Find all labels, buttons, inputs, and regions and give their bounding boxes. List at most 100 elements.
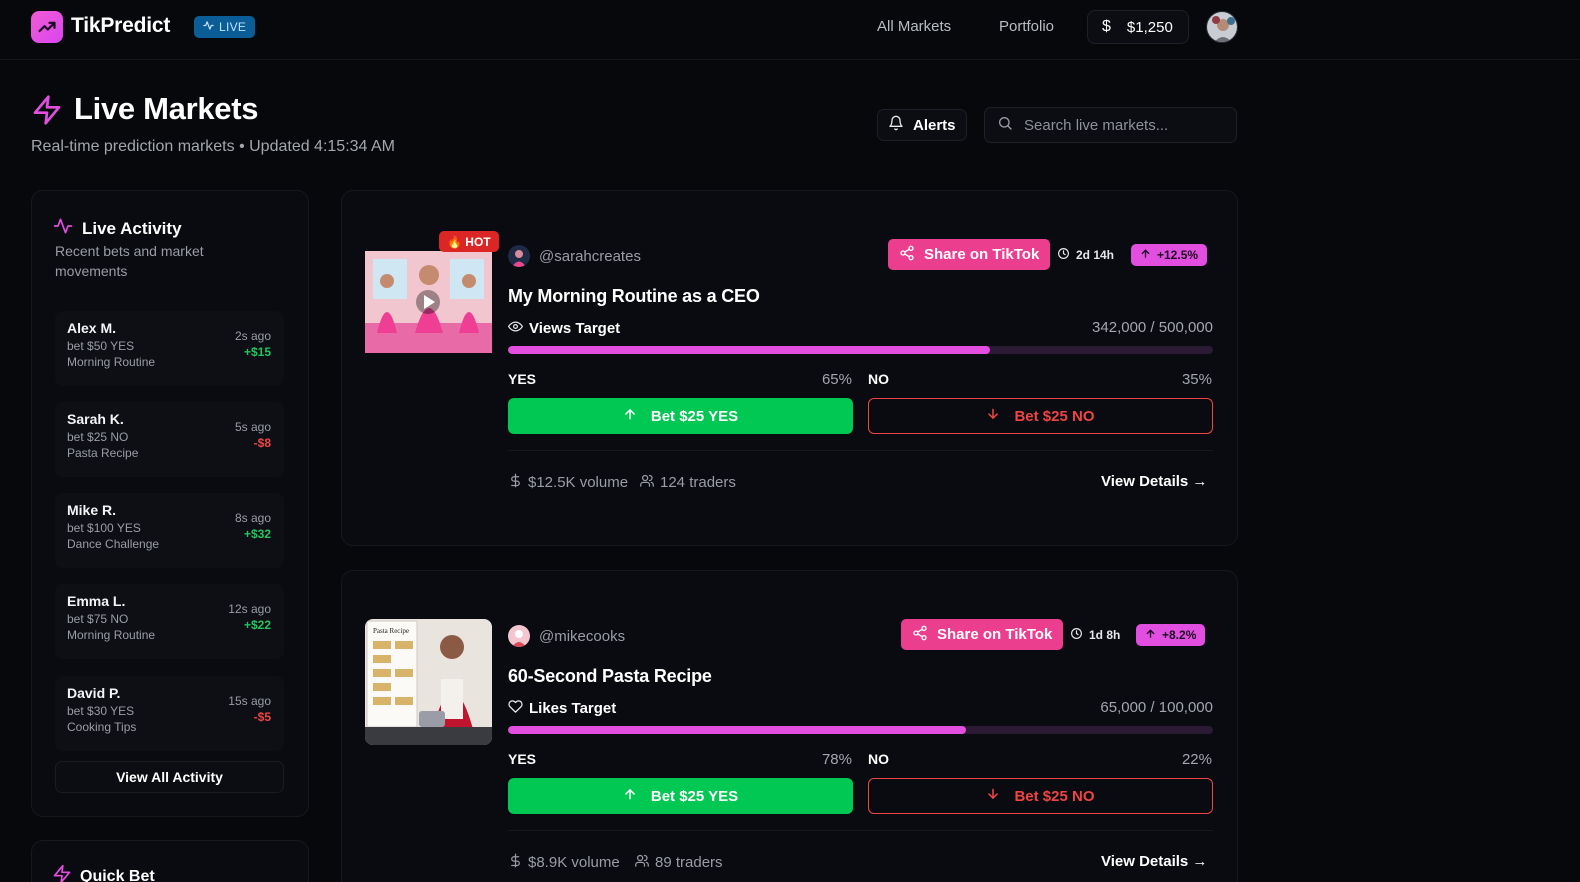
activity-delta: +$22 xyxy=(243,618,271,632)
activity-item[interactable]: Mike R. bet $100 YES Dance Challenge 8s … xyxy=(55,493,284,568)
activity-bet: bet $25 NO xyxy=(67,430,129,444)
users-icon xyxy=(634,853,650,872)
bet-yes-label: Bet $25 YES xyxy=(650,787,739,805)
volume-stat: $8.9K volume xyxy=(508,853,620,872)
share-icon xyxy=(912,625,928,645)
dollar-icon xyxy=(508,473,523,492)
activity-user: Alex M. xyxy=(67,320,117,336)
trend-badge: +8.2% xyxy=(1136,624,1206,646)
share-icon xyxy=(899,245,915,265)
trend-badge: +12.5% xyxy=(1131,244,1208,266)
activity-time: 8s ago xyxy=(234,511,271,525)
activity-bet: bet $100 YES xyxy=(67,521,141,535)
nav-link-portfolio[interactable]: Portfolio xyxy=(999,18,1054,35)
volume-value: $12.5K volume xyxy=(528,474,629,491)
activity-time: 2s ago xyxy=(234,329,271,343)
target-value: 65,000 / 100,000 xyxy=(1100,699,1213,716)
arrow-up-icon xyxy=(1140,248,1151,262)
activity-user: Emma L. xyxy=(67,593,126,609)
activity-item[interactable]: Alex M. bet $50 YES Morning Routine 2s a… xyxy=(55,311,284,386)
bet-yes-button[interactable]: Bet $25 YES xyxy=(508,398,853,434)
logo-icon[interactable] xyxy=(31,11,63,43)
clock-icon xyxy=(1070,627,1083,643)
top-nav: TikPredict LIVE All Markets Portfolio $ … xyxy=(0,0,1580,60)
alerts-button[interactable]: Alerts xyxy=(877,109,967,141)
trend-value: +12.5% xyxy=(1157,248,1199,262)
traders-value: 124 traders xyxy=(660,474,736,491)
activity-user: Sarah K. xyxy=(67,411,124,427)
balance-display[interactable]: $ $1,250 xyxy=(1087,10,1189,44)
target-progress-bar xyxy=(508,346,1213,354)
bet-yes-button[interactable]: Bet $25 YES xyxy=(508,778,853,814)
share-tiktok-button[interactable]: Share on TikTok xyxy=(901,619,1064,650)
bet-yes-label: Bet $25 YES xyxy=(650,407,739,425)
arrow-down-icon xyxy=(986,787,1000,805)
activity-time: 5s ago xyxy=(234,420,271,434)
time-remaining: 1d 8h xyxy=(1070,627,1120,643)
creator-handle[interactable]: @mikecooks xyxy=(508,625,625,647)
user-avatar[interactable] xyxy=(1206,11,1238,43)
page-title: Live Markets xyxy=(74,91,259,126)
share-tiktok-button[interactable]: Share on TikTok xyxy=(888,239,1051,270)
no-label: NO xyxy=(868,371,889,387)
bet-no-label: Bet $25 NO xyxy=(1014,407,1095,425)
quick-bet-title: Quick Bet xyxy=(52,864,155,882)
card-divider xyxy=(508,830,1213,831)
live-label: LIVE xyxy=(219,20,247,34)
quick-bet-title-text: Quick Bet xyxy=(80,867,155,882)
arrow-up-icon xyxy=(623,407,637,425)
activity-market: Morning Routine xyxy=(67,628,156,642)
arrow-down-icon xyxy=(986,407,1000,425)
market-title[interactable]: 60-Second Pasta Recipe xyxy=(508,666,712,687)
video-thumbnail[interactable] xyxy=(365,237,492,363)
creator-name: @sarahcreates xyxy=(539,247,641,265)
no-label: NO xyxy=(868,751,889,767)
view-details-link[interactable]: View Details → xyxy=(1101,473,1207,490)
dollar-icon: $ xyxy=(1102,18,1111,35)
activity-bet: bet $75 NO xyxy=(67,612,129,626)
target-label: Views Target xyxy=(507,319,621,338)
creator-name: @mikecooks xyxy=(539,627,626,645)
search-box[interactable] xyxy=(984,107,1237,143)
activity-item[interactable]: Emma L. bet $75 NO Morning Routine 12s a… xyxy=(55,584,284,659)
activity-title: Live Activity xyxy=(52,216,182,241)
hot-badge: 🔥 HOT xyxy=(439,231,499,252)
activity-user: Mike R. xyxy=(67,502,117,518)
lightning-icon xyxy=(31,94,63,131)
target-progress-bar xyxy=(508,726,1213,734)
time-remaining: 2d 14h xyxy=(1057,247,1114,263)
trend-value: +8.2% xyxy=(1162,628,1197,642)
time-left-value: 1d 8h xyxy=(1089,628,1121,642)
creator-avatar xyxy=(508,245,530,267)
bet-no-button[interactable]: Bet $25 NO xyxy=(868,778,1213,814)
activity-delta: +$15 xyxy=(243,345,271,359)
users-icon xyxy=(639,473,655,492)
dollar-icon xyxy=(508,853,523,872)
balance-value: $1,250 xyxy=(1126,18,1173,36)
volume-stat: $12.5K volume xyxy=(508,473,628,492)
market-title[interactable]: My Morning Routine as a CEO xyxy=(508,286,760,307)
creator-handle[interactable]: @sarahcreates xyxy=(508,245,641,267)
search-icon xyxy=(997,115,1013,136)
nav-link-all-markets[interactable]: All Markets xyxy=(877,18,951,35)
volume-value: $8.9K volume xyxy=(528,854,620,871)
no-percent: 35% xyxy=(1181,371,1212,388)
view-all-activity-button[interactable]: View All Activity xyxy=(55,761,284,793)
view-details-link[interactable]: View Details → xyxy=(1101,853,1207,870)
eye-icon xyxy=(507,319,524,338)
bet-no-button[interactable]: Bet $25 NO xyxy=(868,398,1213,434)
target-label-text: Views Target xyxy=(529,320,621,337)
video-thumbnail[interactable]: Pasta Recipe xyxy=(365,619,492,745)
lightning-icon xyxy=(52,864,72,882)
yes-percent: 65% xyxy=(821,371,852,388)
search-input[interactable] xyxy=(1024,116,1224,134)
arrow-up-icon xyxy=(1145,628,1156,642)
activity-item[interactable]: David P. bet $30 YES Cooking Tips 15s ag… xyxy=(55,676,284,751)
activity-user: David P. xyxy=(67,685,121,701)
target-progress-fill xyxy=(508,726,967,734)
brand-name[interactable]: TikPredict xyxy=(71,14,170,38)
activity-market: Morning Routine xyxy=(67,355,156,369)
yes-label: YES xyxy=(508,371,537,387)
activity-item[interactable]: Sarah K. bet $25 NO Pasta Recipe 5s ago … xyxy=(55,402,284,477)
time-left-value: 2d 14h xyxy=(1076,248,1115,262)
